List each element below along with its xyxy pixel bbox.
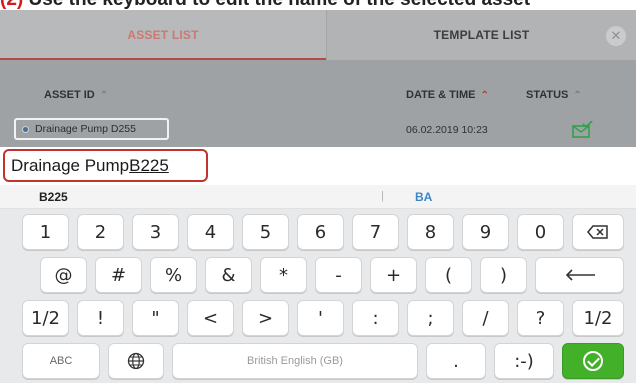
tab-asset-list-label: ASSET LIST <box>127 28 199 42</box>
key-plus[interactable]: + <box>370 257 417 293</box>
table-row[interactable]: Drainage Pump D255 06.02.2019 10:23 <box>0 116 636 143</box>
key-apostrophe[interactable]: ' <box>297 300 344 336</box>
key-open-paren[interactable]: ( <box>425 257 472 293</box>
tab-template-list-label: TEMPLATE LIST <box>433 28 530 42</box>
key-3[interactable]: 3 <box>132 214 179 250</box>
key-9[interactable]: 9 <box>462 214 509 250</box>
key-hash[interactable]: # <box>95 257 142 293</box>
key-4[interactable]: 4 <box>187 214 234 250</box>
tab-bar: ASSET LIST TEMPLATE LIST ✕ <box>0 10 636 60</box>
suggestion-item[interactable]: B225 <box>39 190 68 204</box>
column-header-asset-id-label: ASSET ID <box>44 89 95 101</box>
suggestion-separator: | <box>381 190 384 202</box>
column-header-date-time[interactable]: DATE & TIME ⌃ <box>406 89 489 101</box>
emoticon-key[interactable]: :-) <box>494 343 554 379</box>
key-less-than[interactable]: < <box>187 300 234 336</box>
instruction-caption: (2) Use the keyboard to edit the name of… <box>0 0 636 10</box>
key-slash[interactable]: / <box>462 300 509 336</box>
key-2[interactable]: 2 <box>77 214 124 250</box>
enter-arrow-icon <box>565 269 595 281</box>
sort-up-active-icon: ⌃ <box>480 89 489 101</box>
key-exclamation[interactable]: ! <box>77 300 124 336</box>
asset-name-input[interactable]: Drainage Pump B225 <box>3 149 208 182</box>
key-ampersand[interactable]: & <box>205 257 252 293</box>
key-colon[interactable]: : <box>352 300 399 336</box>
edit-area: Drainage Pump B225 <box>0 147 636 185</box>
sort-up-icon: ⌃ <box>99 89 109 101</box>
key-fraction-left[interactable]: 1/2 <box>22 300 69 336</box>
column-header-status[interactable]: STATUS ⌃ <box>526 89 582 101</box>
envelope-check-icon <box>572 121 593 138</box>
enter-key[interactable] <box>535 257 624 293</box>
key-7[interactable]: 7 <box>352 214 399 250</box>
asset-list-screen: ASSET LIST TEMPLATE LIST ✕ ASSET ID ⌃ DA… <box>0 10 636 147</box>
active-tab-indicator <box>0 58 326 60</box>
key-fraction-right[interactable]: 1/2 <box>572 300 624 336</box>
key-close-paren[interactable]: ) <box>480 257 527 293</box>
abc-key[interactable]: ABC <box>22 343 100 379</box>
backspace-key[interactable] <box>572 214 624 250</box>
input-prefix-text: Drainage Pump <box>11 155 130 175</box>
column-header-status-label: STATUS <box>526 89 569 101</box>
key-asterisk[interactable]: * <box>260 257 307 293</box>
selected-asset-cell[interactable]: Drainage Pump D255 <box>14 118 169 140</box>
tab-asset-list[interactable]: ASSET LIST <box>0 10 326 60</box>
key-6[interactable]: 6 <box>297 214 344 250</box>
key-at[interactable]: @ <box>40 257 87 293</box>
column-header-asset-id[interactable]: ASSET ID ⌃ <box>44 89 108 101</box>
key-period[interactable]: . <box>426 343 486 379</box>
suggestion-bar: B225 | BA <box>0 185 636 209</box>
date-time-value: 06.02.2019 10:23 <box>406 124 488 136</box>
caption-body: Use the keyboard to edit the name of the… <box>29 0 531 10</box>
confirm-key[interactable] <box>562 343 624 379</box>
key-percent[interactable]: % <box>150 257 197 293</box>
key-double-quote[interactable]: " <box>132 300 179 336</box>
globe-icon <box>127 352 145 370</box>
check-circle-icon <box>583 351 603 371</box>
close-circle-icon[interactable]: ✕ <box>606 26 626 46</box>
key-0[interactable]: 0 <box>517 214 564 250</box>
input-composing-text: B225 <box>129 155 169 175</box>
backspace-icon <box>587 225 608 239</box>
suggestion-item[interactable]: BA <box>415 190 432 204</box>
sort-up-icon: ⌃ <box>573 89 582 101</box>
key-question[interactable]: ? <box>517 300 564 336</box>
caption-text: (2) Use the keyboard to edit the name of… <box>0 0 530 10</box>
key-minus[interactable]: - <box>315 257 362 293</box>
space-key[interactable]: British English (GB) <box>172 343 418 379</box>
caption-marker: (2) <box>0 0 23 10</box>
key-semicolon[interactable]: ; <box>407 300 454 336</box>
selection-dot-icon <box>22 125 29 133</box>
tab-template-list[interactable]: TEMPLATE LIST <box>326 10 636 60</box>
key-5[interactable]: 5 <box>242 214 289 250</box>
key-greater-than[interactable]: > <box>242 300 289 336</box>
language-key[interactable] <box>108 343 164 379</box>
column-header-date-time-label: DATE & TIME <box>406 89 476 101</box>
key-8[interactable]: 8 <box>407 214 454 250</box>
on-screen-keyboard: 1 2 3 4 5 6 7 8 9 0 @ # % & * - + ( ) 1/… <box>0 209 636 383</box>
key-1[interactable]: 1 <box>22 214 69 250</box>
asset-id-value: Drainage Pump D255 <box>35 123 136 135</box>
